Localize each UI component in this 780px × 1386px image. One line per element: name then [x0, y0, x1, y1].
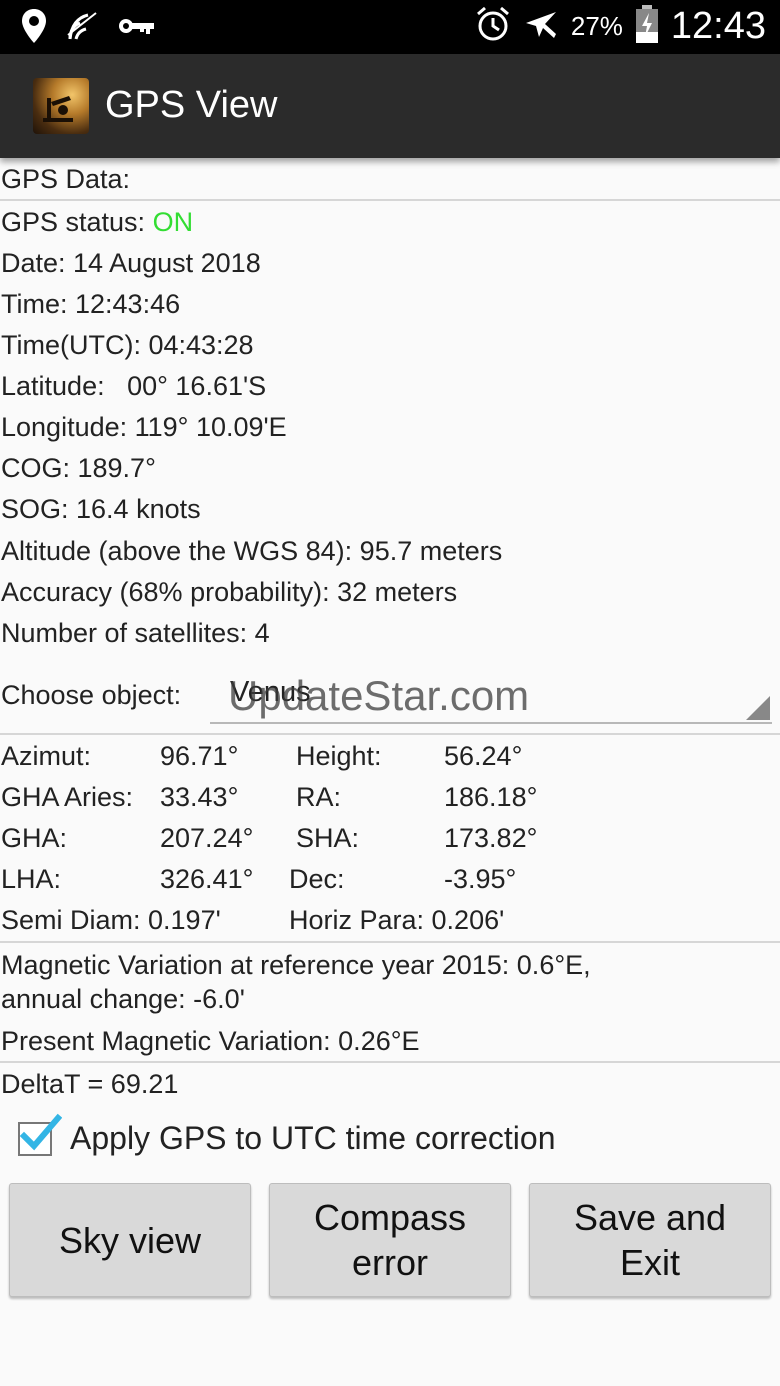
object-spinner[interactable]: Venus	[210, 670, 772, 724]
azimut-label: Azimut:	[1, 741, 92, 771]
height-label: Height:	[296, 741, 382, 771]
sha-value: 173.82°	[444, 823, 538, 853]
height-value: 56.24°	[444, 741, 523, 771]
gha-value: 207.24°	[160, 823, 254, 853]
status-icons-right: 27% 12:43	[475, 4, 766, 49]
delta-t: DeltaT = 69.21	[1, 1069, 179, 1099]
azimut-value: 96.71°	[160, 741, 239, 771]
date-row: Date: 14 August 2018	[1, 248, 261, 278]
divider	[0, 1061, 780, 1063]
save-exit-label-2: Exit	[619, 1242, 680, 1283]
ra-value: 186.18°	[444, 782, 538, 812]
lha-label: LHA:	[1, 864, 62, 894]
time-row: Time: 12:43:46	[1, 289, 181, 319]
airplane-mode-icon	[523, 6, 559, 47]
latitude-row: Latitude: 00° 16.61'S	[1, 371, 267, 401]
divider	[0, 199, 780, 201]
save-exit-label-1: Save and	[573, 1197, 727, 1238]
horiz-para: Horiz Para: 0.206'	[289, 905, 505, 935]
divider	[0, 941, 780, 943]
location-pin-icon	[20, 8, 48, 49]
key-icon	[118, 14, 156, 43]
gha-aries-value: 33.43°	[160, 782, 239, 812]
compass-error-button[interactable]: Compass error	[269, 1183, 511, 1297]
app-title: GPS View	[105, 84, 278, 126]
gps-status-value: ON	[152, 207, 194, 237]
status-bar: 27% 12:43	[0, 0, 780, 54]
nfc-signal-icon	[66, 9, 100, 48]
status-icons-left	[20, 8, 156, 49]
semi-diam: Semi Diam: 0.197'	[1, 905, 221, 935]
divider	[0, 733, 780, 735]
sog-row: SOG: 16.4 knots	[1, 494, 201, 524]
gha-aries-label: GHA Aries:	[1, 782, 134, 812]
gps-data-header: GPS Data:	[1, 164, 131, 194]
compass-error-label-2: error	[351, 1242, 428, 1283]
object-spinner-value: Venus	[230, 676, 311, 708]
present-magnetic-variation: Present Magnetic Variation: 0.26°E	[1, 1026, 420, 1056]
sky-view-button[interactable]: Sky view	[9, 1183, 251, 1297]
cog-row: COG: 189.7°	[1, 453, 156, 483]
longitude-row: Longitude: 119° 10.09'E	[1, 412, 287, 442]
app-logo-icon	[33, 78, 89, 134]
status-clock: 12:43	[670, 5, 766, 47]
accuracy-row: Accuracy (68% probability): 32 meters	[1, 577, 458, 607]
checkmark-icon	[19, 1113, 62, 1151]
choose-object-label: Choose object:	[1, 680, 182, 710]
satellites-row: Number of satellites: 4	[1, 618, 270, 648]
dec-value: -3.95°	[444, 864, 517, 894]
save-exit-button[interactable]: Save and Exit	[529, 1183, 771, 1297]
ra-label: RA:	[296, 782, 342, 812]
battery-percent: 27%	[570, 11, 623, 41]
sha-label: SHA:	[296, 823, 360, 853]
gps-status-label: GPS status:	[1, 207, 153, 237]
gha-label: GHA:	[1, 823, 68, 853]
action-bar: GPS View	[0, 54, 780, 158]
dec-label: Dec:	[289, 864, 345, 894]
alarm-clock-icon	[475, 5, 511, 48]
gps-status-row: GPS status: ON	[1, 207, 193, 238]
utc-correction-label[interactable]: Apply GPS to UTC time correction	[70, 1120, 555, 1157]
time-utc-row: Time(UTC): 04:43:28	[1, 330, 254, 360]
utc-correction-checkbox[interactable]	[18, 1113, 62, 1156]
sky-view-label: Sky view	[58, 1219, 202, 1261]
altitude-row: Altitude (above the WGS 84): 95.7 meters	[1, 536, 503, 566]
magnetic-variation-line1: Magnetic Variation at reference year 201…	[1, 950, 591, 980]
magnetic-variation-line2: annual change: -6.0'	[1, 984, 245, 1014]
spinner-arrow-icon	[746, 696, 770, 720]
compass-error-label-1: Compass	[313, 1197, 467, 1238]
battery-charging-icon	[635, 4, 659, 49]
lha-value: 326.41°	[160, 864, 254, 894]
